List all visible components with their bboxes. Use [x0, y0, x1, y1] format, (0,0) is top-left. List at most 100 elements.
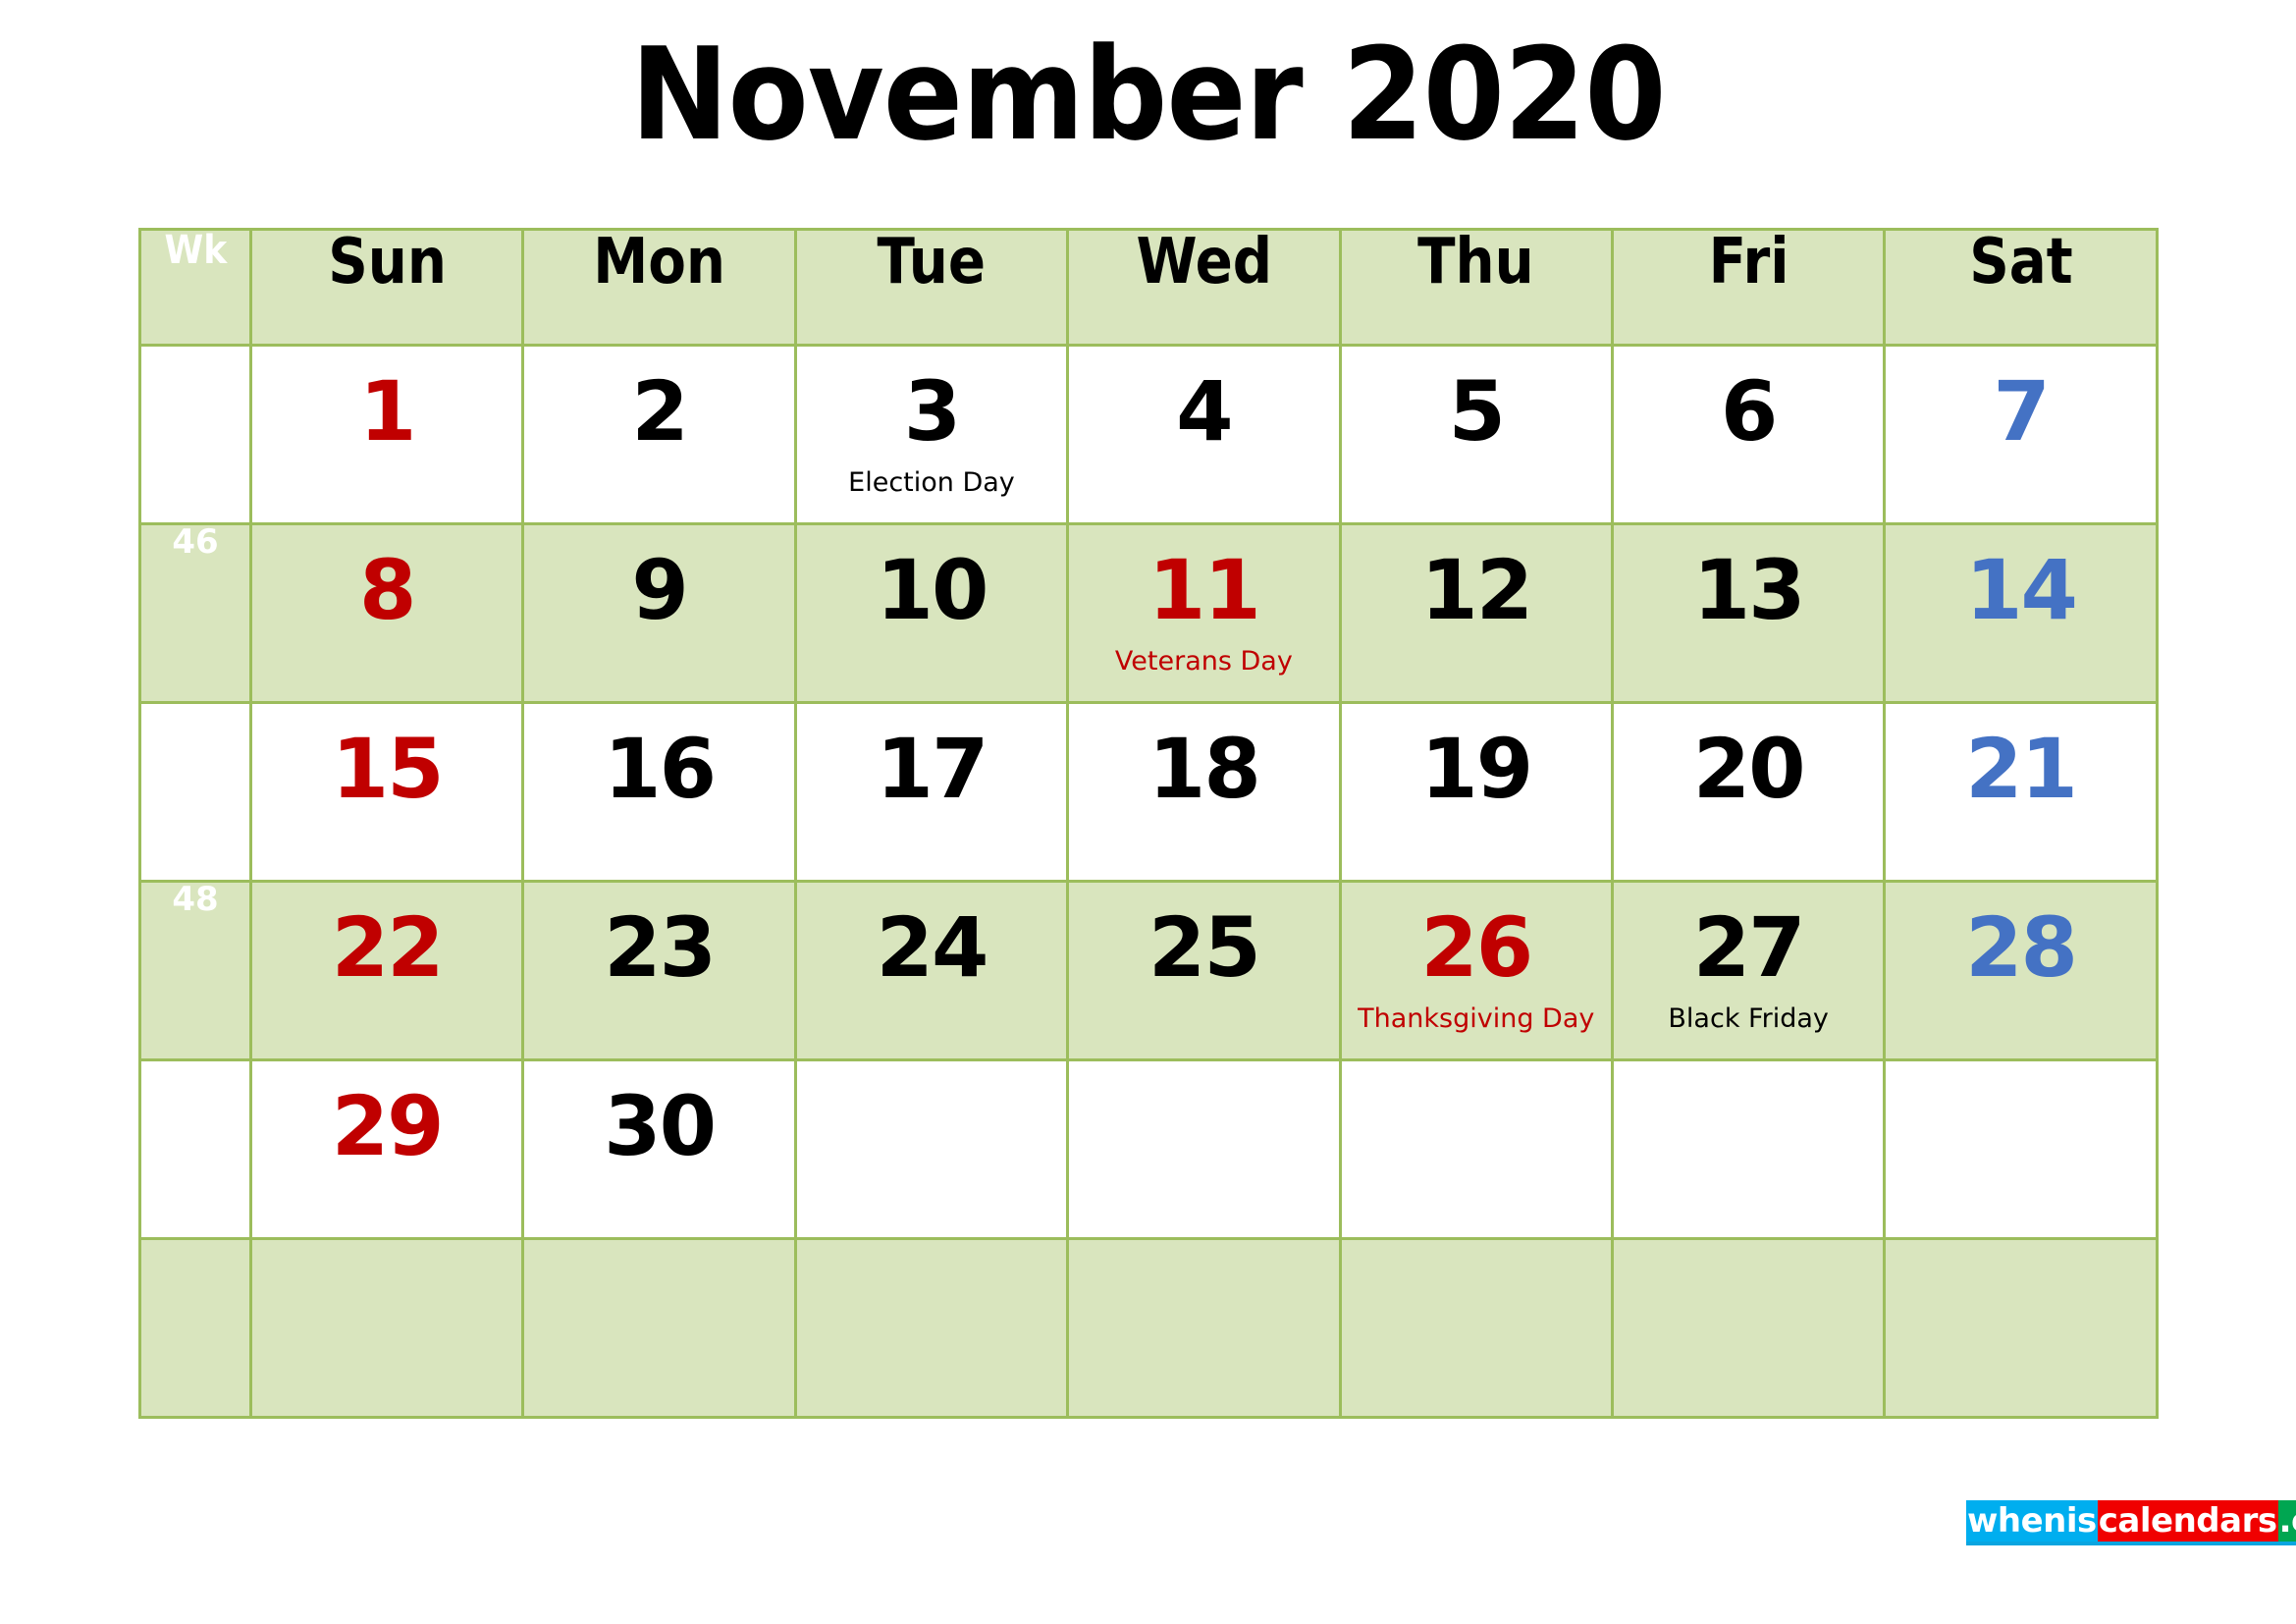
day-number: 24 — [876, 899, 989, 996]
logo-part-calendars: calendars — [2097, 1500, 2278, 1542]
day-number: 15 — [331, 721, 445, 817]
calendar-day-cell[interactable]: 11 Veterans Day — [1066, 522, 1342, 704]
calendar-day-cell[interactable] — [1883, 1237, 2159, 1419]
calendar-day-cell[interactable] — [1066, 1058, 1342, 1240]
day-number: 1 — [358, 363, 416, 460]
calendar-day-cell[interactable]: 22 — [248, 880, 525, 1061]
week-number-cell — [138, 701, 252, 883]
calendar-day-cell[interactable]: 23 — [521, 880, 797, 1061]
calendar-day-cell[interactable]: 19 — [1338, 701, 1614, 883]
logo-part-com: .com — [2277, 1500, 2296, 1542]
calendar-day-cell[interactable]: 6 — [1610, 344, 1887, 525]
day-number: 20 — [1692, 721, 1806, 817]
weekday-header-sat: Sat — [1883, 228, 2159, 347]
calendar-day-cell[interactable]: 25 — [1066, 880, 1342, 1061]
calendar-week-row: 1 2 3 Election Day 4 5 6 7 — [138, 344, 2159, 525]
day-number — [1886, 1061, 2155, 1085]
day-number: 13 — [1692, 542, 1806, 638]
day-number: 25 — [1148, 899, 1261, 996]
day-number — [1069, 1061, 1338, 1085]
day-number: 9 — [631, 542, 688, 638]
weekday-label: Tue — [877, 226, 987, 298]
calendar-day-cell[interactable] — [521, 1237, 797, 1419]
calendar-week-row: 29 30 — [138, 1058, 2159, 1240]
calendar-day-cell[interactable] — [1610, 1237, 1887, 1419]
day-number — [797, 1240, 1066, 1264]
day-number: 11 — [1148, 542, 1261, 638]
calendar-day-cell[interactable]: 1 — [248, 344, 525, 525]
day-number: 17 — [876, 721, 989, 817]
week-number: 48 — [172, 880, 219, 919]
calendar-day-cell[interactable] — [248, 1237, 525, 1419]
calendar-day-cell[interactable]: 5 — [1338, 344, 1614, 525]
week-number-cell — [138, 344, 252, 525]
weekday-label: Wed — [1136, 226, 1272, 298]
day-number: 12 — [1420, 542, 1533, 638]
calendar-day-cell[interactable]: 12 — [1338, 522, 1614, 704]
calendar-day-cell[interactable]: 29 — [248, 1058, 525, 1240]
calendar-day-cell[interactable]: 13 — [1610, 522, 1887, 704]
calendar-header: Wk Sun Mon Tue Wed Thu Fri Sat — [138, 226, 2159, 347]
day-number: 23 — [604, 899, 717, 996]
weekday-header-sun: Sun — [248, 226, 525, 347]
calendar-page: November 2020 Wk Sun Mon Tue Wed Thu Fri — [0, 0, 2296, 1624]
calendar-day-cell[interactable] — [793, 1058, 1070, 1240]
calendar-day-cell[interactable] — [793, 1237, 1070, 1419]
day-number: 30 — [604, 1078, 717, 1174]
calendar-day-cell[interactable]: 24 — [793, 880, 1070, 1061]
day-number: 7 — [1993, 363, 2050, 460]
day-number: 29 — [331, 1078, 445, 1174]
calendar-day-cell[interactable] — [1338, 1058, 1614, 1240]
calendar-day-cell[interactable] — [1610, 1058, 1887, 1240]
day-number — [797, 1061, 1066, 1085]
calendar-day-cell[interactable]: 18 — [1066, 701, 1342, 883]
calendar-day-cell[interactable]: 10 — [793, 522, 1070, 704]
day-number — [1342, 1240, 1611, 1264]
calendar-day-cell[interactable] — [1883, 1058, 2159, 1240]
weekday-label: Mon — [593, 226, 725, 298]
calendar-day-cell[interactable]: 28 — [1883, 880, 2159, 1061]
day-number — [1614, 1061, 1883, 1085]
day-number — [1342, 1061, 1611, 1085]
calendar-day-cell[interactable]: 26 Thanksgiving Day — [1338, 880, 1614, 1061]
day-number: 10 — [876, 542, 989, 638]
week-number-cell: 46 — [138, 522, 252, 704]
day-number: 27 — [1692, 899, 1806, 996]
site-logo[interactable]: whenis calendars .com — [1966, 1500, 2296, 1545]
calendar-table-wrapper: Wk Sun Mon Tue Wed Thu Fri Sat 1 2 3 Electi… — [138, 226, 2159, 1419]
day-number: 5 — [1448, 363, 1506, 460]
calendar-week-row: 48 22 23 24 25 26 Thanksgiving Day 27 Black Frid… — [138, 880, 2159, 1061]
calendar-day-cell[interactable]: 15 — [248, 701, 525, 883]
calendar-day-cell[interactable]: 4 — [1066, 344, 1342, 525]
calendar-day-cell[interactable]: 9 — [521, 522, 797, 704]
calendar-day-cell[interactable]: 16 — [521, 701, 797, 883]
week-number-cell: 48 — [138, 880, 252, 1061]
day-number: 16 — [604, 721, 717, 817]
calendar-day-cell[interactable]: 27 Black Friday — [1610, 880, 1887, 1061]
day-number — [1614, 1240, 1883, 1264]
calendar-day-cell[interactable]: 14 — [1883, 522, 2159, 704]
week-number-header: Wk — [138, 228, 252, 347]
calendar-body: 1 2 3 Election Day 4 5 6 7 46 8 9 10 11 Veterans Day 1… — [138, 344, 2159, 1419]
day-number: 14 — [1965, 542, 2078, 638]
weekday-header-wed: Wed — [1066, 226, 1342, 347]
calendar-week-row: 15 16 17 18 19 20 21 — [138, 701, 2159, 883]
weekday-header-fri: Fri — [1610, 228, 1887, 347]
weekday-label: Sun — [327, 226, 447, 298]
calendar-day-cell[interactable]: 20 — [1610, 701, 1887, 883]
week-number-header-label: Wk — [164, 228, 227, 273]
calendar-day-cell[interactable] — [1338, 1237, 1614, 1419]
calendar-day-cell[interactable]: 30 — [521, 1058, 797, 1240]
day-number: 19 — [1420, 721, 1533, 817]
day-number: 6 — [1720, 363, 1778, 460]
calendar-day-cell[interactable]: 7 — [1883, 344, 2159, 525]
calendar-day-cell[interactable]: 17 — [793, 701, 1070, 883]
calendar-day-cell[interactable]: 21 — [1883, 701, 2159, 883]
calendar-day-cell[interactable] — [1066, 1237, 1342, 1419]
calendar-day-cell[interactable]: 8 — [248, 522, 525, 704]
calendar-day-cell[interactable]: 2 — [521, 344, 797, 525]
calendar-day-cell[interactable]: 3 Election Day — [793, 344, 1070, 525]
weekday-header-thu: Thu — [1338, 228, 1614, 347]
weekday-header-mon: Mon — [521, 226, 797, 347]
day-number: 26 — [1420, 899, 1533, 996]
